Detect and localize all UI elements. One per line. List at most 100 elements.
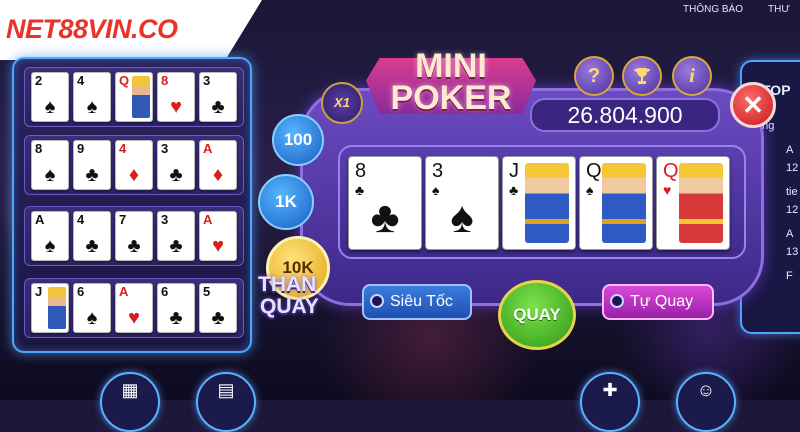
card-rank: 3 (161, 141, 169, 156)
mini-card: 3 ♣ (199, 72, 237, 122)
trophy-icon (634, 68, 650, 84)
spin-button[interactable]: QUAY (498, 280, 576, 350)
help-button[interactable]: ? (574, 56, 614, 96)
card-suit: ♣ (127, 235, 141, 257)
shop-button[interactable]: ▤ (196, 372, 256, 432)
dealt-card[interactable]: Q ♠ (579, 156, 653, 250)
card-suit: ♠ (586, 182, 594, 198)
mini-card: J (31, 283, 69, 333)
card-rank: A (119, 284, 129, 299)
card-rank: Q (586, 160, 602, 182)
mini-card: Q (115, 72, 153, 122)
gift-button[interactable]: ✚ (580, 372, 640, 432)
top-panel-line: 12 (786, 162, 799, 174)
card-rank: 8 (355, 160, 367, 182)
card-center-suit: ♠ (450, 193, 474, 242)
dealt-card[interactable]: J ♣ (502, 156, 576, 250)
face-card-art (602, 163, 646, 243)
card-rank: 4 (77, 212, 85, 227)
site-logo: NET88VIN.CO (6, 14, 178, 44)
calendar-button[interactable]: ▦ (100, 372, 160, 432)
close-button[interactable]: ✕ (730, 82, 776, 128)
card-suit: ♦ (128, 164, 140, 186)
hand-row: A ♠ 4 ♣ 7 ♣ 3 ♣ A ♥ (24, 206, 244, 266)
hand-row: 2 ♠ 4 ♠ Q 8 ♥ 3 ♣ (24, 67, 244, 127)
card-rank: 9 (77, 141, 85, 156)
bet-1k-button[interactable]: 1K (258, 174, 314, 230)
mini-card: 2 ♠ (31, 72, 69, 122)
radio-indicator (370, 294, 384, 308)
card-suit: ♠ (44, 235, 56, 257)
card-suit: ♠ (44, 96, 56, 118)
face-card-art (132, 76, 150, 118)
top-panel-line: tie (786, 186, 798, 198)
mini-card: 8 ♥ (157, 72, 195, 122)
mini-card: A ♥ (115, 283, 153, 333)
multiplier-button[interactable]: X1 (321, 82, 363, 124)
top-panel-line: A (786, 228, 794, 240)
card-rank: J (35, 284, 43, 299)
than-quay-line2: QUAY (260, 295, 319, 318)
hand-row: 8 ♠ 9 ♣ 4 ♦ 3 ♣ A ♦ (24, 135, 244, 195)
card-suit: ♥ (663, 182, 672, 198)
mini-card: 9 ♣ (73, 140, 111, 190)
mini-card: A ♦ (199, 140, 237, 190)
card-rank: 3 (203, 73, 211, 88)
mini-card: A ♠ (31, 211, 69, 261)
top-panel-line: 13 (786, 246, 799, 258)
game-title: MINI POKER (366, 44, 536, 116)
card-suit: ♥ (170, 96, 182, 118)
mini-card: 8 ♠ (31, 140, 69, 190)
mail-label[interactable]: THƯ (768, 4, 790, 15)
card-suit: ♦ (212, 164, 224, 186)
auto-spin-button[interactable]: Tự Quay (602, 284, 714, 320)
radio-indicator (610, 294, 624, 308)
card-suit: ♣ (211, 96, 225, 118)
help-icon: ? (587, 65, 601, 87)
card-rank: 3 (161, 212, 169, 227)
bet-100-button[interactable]: 100 (272, 114, 324, 166)
card-rank: 5 (203, 284, 211, 299)
mini-card: 5 ♣ (199, 283, 237, 333)
card-rank: Q (663, 160, 679, 182)
card-rank: J (509, 160, 519, 182)
friends-button[interactable]: ☺ (676, 372, 736, 432)
mini-card: 4 ♦ (115, 140, 153, 190)
dealt-card[interactable]: 8 ♣ ♣ (348, 156, 422, 250)
leaderboard-button[interactable] (622, 56, 662, 96)
top-panel-line: 12 (786, 204, 799, 216)
card-rank: A (203, 141, 213, 156)
card-rank: Q (119, 73, 130, 88)
calendar-icon: ▦ (121, 380, 139, 400)
card-rank: 4 (77, 73, 85, 88)
mini-card: 3 ♣ (157, 140, 195, 190)
card-suit: ♠ (86, 307, 98, 329)
card-rank: 8 (35, 141, 43, 156)
jackpot-value: 26.804.900 (530, 98, 720, 132)
gift-icon: ✚ (602, 380, 618, 400)
card-suit: ♣ (169, 307, 183, 329)
notifications-label[interactable]: THÔNG BÁO (683, 4, 743, 15)
card-suit: ♣ (169, 164, 183, 186)
face-card-art (679, 163, 723, 243)
card-suit: ♠ (86, 96, 98, 118)
dealt-card[interactable]: Q ♥ (656, 156, 730, 250)
card-suit: ♣ (85, 235, 99, 257)
card-suit: ♣ (509, 182, 519, 198)
mini-card: 6 ♠ (73, 283, 111, 333)
card-rank: 6 (77, 284, 85, 299)
card-center-suit: ♣ (370, 193, 400, 242)
mini-card: 4 ♠ (73, 72, 111, 122)
shop-icon: ▤ (217, 380, 235, 400)
info-icon: i (689, 65, 695, 87)
card-suit: ♥ (212, 235, 224, 257)
card-rank: A (203, 212, 213, 227)
hand-row: J 6 ♠ A ♥ 6 ♣ 5 ♣ (24, 278, 244, 338)
card-suit: ♣ (169, 235, 183, 257)
card-rank: 8 (161, 73, 169, 88)
mini-card: 7 ♣ (115, 211, 153, 261)
info-button[interactable]: i (672, 56, 712, 96)
mini-card: 6 ♣ (157, 283, 195, 333)
turbo-button[interactable]: Siêu Tốc (362, 284, 472, 320)
dealt-card[interactable]: 3 ♠ ♠ (425, 156, 499, 250)
